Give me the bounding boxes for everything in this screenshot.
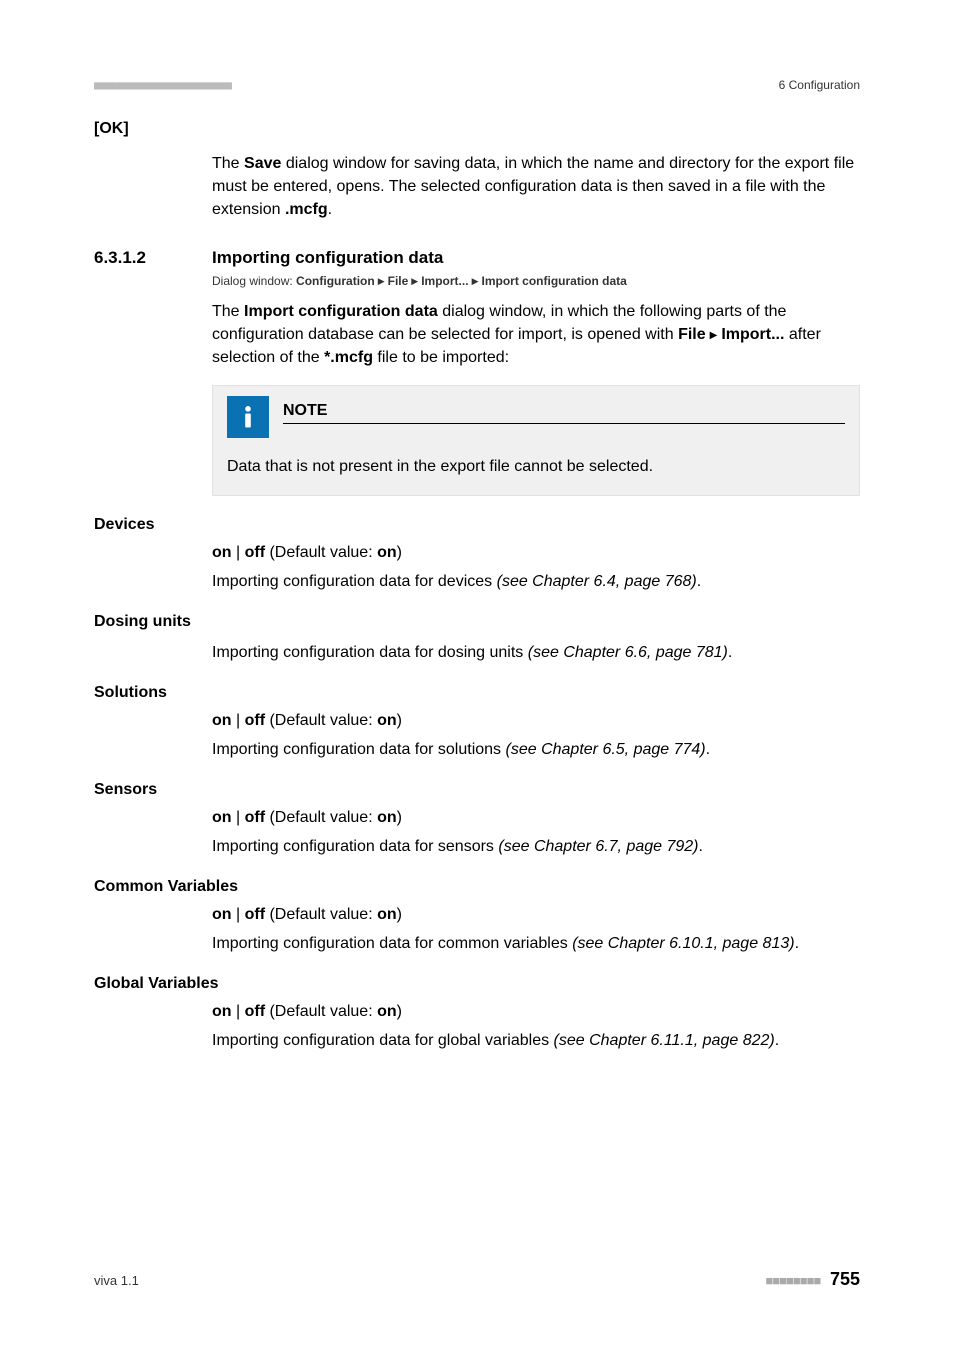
footer-page: 755 (830, 1269, 860, 1289)
global-vars-onoff: on | off (Default value: on) (212, 1003, 860, 1021)
sensors-desc: Importing configuration data for sensors… (212, 835, 860, 858)
section-paragraph: The Import configuration data dialog win… (212, 303, 821, 366)
ok-text: The Save dialog window for saving data, … (212, 155, 854, 218)
header-left-decor: ■■■■■■■■■■■■■■■■■■■■■■ (94, 78, 231, 92)
dosing-label: Dosing units (94, 613, 860, 631)
section-number: 6.3.1.2 (94, 248, 212, 268)
header-right: 6 Configuration (779, 78, 860, 92)
solutions-onoff: on | off (Default value: on) (212, 712, 860, 730)
common-vars-desc: Importing configuration data for common … (212, 932, 860, 955)
devices-onoff: on | off (Default value: on) (212, 544, 860, 562)
note-divider (283, 423, 845, 424)
devices-desc: Importing configuration data for devices… (212, 570, 860, 593)
section-title: Importing configuration data (212, 248, 443, 268)
devices-label: Devices (94, 516, 860, 534)
footer-decor: ■■■■■■■■ (766, 1273, 821, 1288)
dosing-desc: Importing configuration data for dosing … (212, 641, 860, 664)
solutions-label: Solutions (94, 684, 860, 702)
global-vars-label: Global Variables (94, 975, 860, 993)
sensors-label: Sensors (94, 781, 860, 799)
common-vars-label: Common Variables (94, 878, 860, 896)
info-icon (227, 396, 269, 438)
note-box: NOTE Data that is not present in the exp… (212, 385, 860, 495)
ok-label: [OK] (94, 120, 129, 137)
dialog-window-line: Dialog window: Configuration▶File▶Import… (212, 274, 627, 288)
note-body: Data that is not present in the export f… (227, 456, 845, 478)
sensors-onoff: on | off (Default value: on) (212, 809, 860, 827)
solutions-desc: Importing configuration data for solutio… (212, 738, 860, 761)
common-vars-onoff: on | off (Default value: on) (212, 906, 860, 924)
note-title: NOTE (283, 402, 845, 420)
footer-left: viva 1.1 (94, 1273, 139, 1288)
global-vars-desc: Importing configuration data for global … (212, 1029, 860, 1052)
